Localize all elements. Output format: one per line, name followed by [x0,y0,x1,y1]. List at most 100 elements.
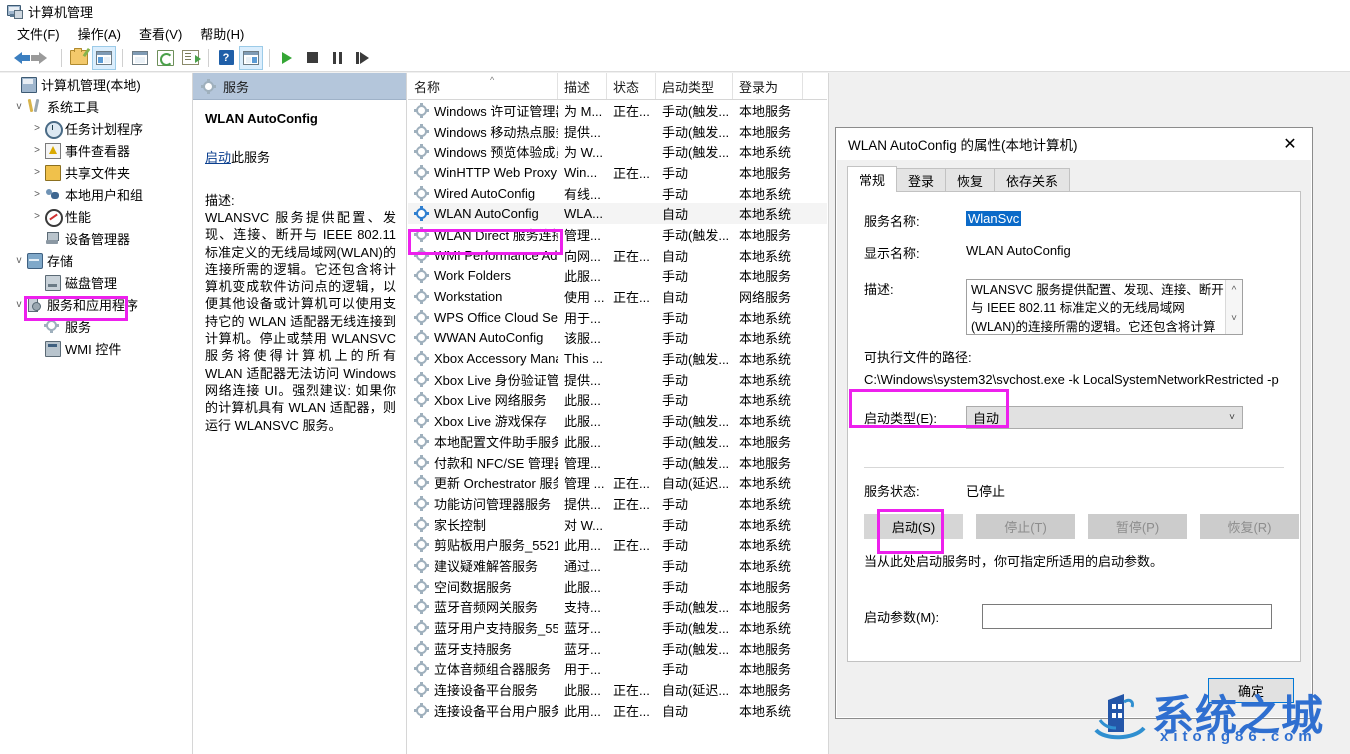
table-row[interactable]: Xbox Live 游戏保存此服...手动(触发...本地系统 [408,410,827,431]
restart-service-icon[interactable] [350,46,374,70]
table-row[interactable]: Xbox Accessory Manage...This ...手动(触发...… [408,348,827,369]
table-row[interactable]: Xbox Live 网络服务此服...手动本地系统 [408,390,827,411]
tree-node-storage[interactable]: v 存储 [0,249,192,271]
column-header-state[interactable]: 状态 [607,73,656,99]
table-row[interactable]: 建议疑难解答服务通过...手动本地系统 [408,555,827,576]
cell-startup: 手动(触发... [656,432,733,451]
tree-node-device-manager[interactable]: 设备管理器 [0,227,192,249]
expander[interactable]: v [12,299,26,310]
table-row[interactable]: 剪贴板用户服务_55211此用...正在...手动本地系统 [408,534,827,555]
tree-node-system-tools[interactable]: v 系统工具 [0,95,192,117]
tree-node-shared-folders[interactable]: > 共享文件夹 [0,161,192,183]
service-name-value-wrap: WlanSvc [966,211,1021,226]
startup-type-select[interactable]: 自动 ˅ [966,406,1243,429]
table-row[interactable]: 立体音频组合器服务用于...手动本地服务 [408,659,827,680]
start-service-link[interactable]: 启动 [205,150,231,165]
table-row[interactable]: 蓝牙音频网关服务支持...手动(触发...本地服务 [408,597,827,618]
tree-node-computer-management[interactable]: 计算机管理(本地) [0,73,192,95]
table-row[interactable]: Workstation使用 ...正在...自动网络服务 [408,286,827,307]
menu-file[interactable]: 文件(F) [8,23,69,44]
expander[interactable]: > [30,145,44,156]
close-icon[interactable]: ✕ [1268,129,1312,160]
services-list-view[interactable]: 名称 ^ 描述 状态 启动类型 登录为 Windows 许可证管理器服务为 M.… [408,73,827,754]
table-row[interactable]: 更新 Orchestrator 服务管理 ...正在...自动(延迟...本地系… [408,472,827,493]
table-row[interactable]: 功能访问管理器服务提供...正在...手动本地系统 [408,493,827,514]
column-header-description[interactable]: 描述 [558,73,607,99]
tree-node-services-applications[interactable]: v 服务和应用程序 [0,293,192,315]
dialog-description-box[interactable]: WLANSVC 服务提供配置、发现、连接、断开与 IEEE 802.11 标准定… [966,279,1243,335]
help-icon[interactable]: ? [214,46,238,70]
description-scrollbar[interactable]: ^ ˅ [1225,280,1242,334]
service-name-value[interactable]: WlanSvc [966,211,1021,226]
tree-node-performance[interactable]: > 性能 [0,205,192,227]
expander[interactable]: v [12,101,26,112]
table-row[interactable]: 本地配置文件助手服务此服...手动(触发...本地服务 [408,431,827,452]
expander[interactable]: > [30,167,44,178]
show-action-pane-icon[interactable] [239,46,263,70]
table-row[interactable]: 连接设备平台服务此服...正在...自动(延迟...本地服务 [408,679,827,700]
service-properties-dialog[interactable]: WLAN AutoConfig 的属性(本地计算机) ✕ 常规 登录 恢复 依存… [835,127,1313,719]
tree-node-event-viewer[interactable]: > 事件查看器 [0,139,192,161]
scroll-down-icon[interactable]: ˅ [1226,310,1242,328]
tab-general[interactable]: 常规 [847,166,897,192]
column-header-name[interactable]: 名称 ^ [408,73,558,99]
back-icon[interactable] [6,46,30,70]
show-hide-tree-icon[interactable] [92,46,116,70]
expander[interactable]: > [30,123,44,134]
tree-node-local-users-groups[interactable]: > 本地用户和组 [0,183,192,205]
column-header-logon-as[interactable]: 登录为 [733,73,803,99]
expander[interactable]: > [30,189,44,200]
forward-icon[interactable] [31,46,55,70]
table-row[interactable]: Windows 许可证管理器服务为 M...正在...手动(触发...本地服务 [408,100,827,121]
refresh-icon[interactable] [153,46,177,70]
table-row[interactable]: WLAN Direct 服务连接管...管理...手动(触发...本地服务 [408,224,827,245]
table-row[interactable]: Xbox Live 身份验证管理器提供...手动本地系统 [408,369,827,390]
list-body[interactable]: Windows 许可证管理器服务为 M...正在...手动(触发...本地服务W… [408,100,827,721]
export-list-icon[interactable] [178,46,202,70]
tab-dependencies[interactable]: 依存关系 [994,168,1070,192]
table-row[interactable]: Wired AutoConfig有线...手动本地系统 [408,183,827,204]
table-row[interactable]: Windows 预览体验成员服务为 W...手动(触发...本地系统 [408,141,827,162]
expander[interactable]: v [12,255,26,266]
table-row[interactable]: 蓝牙用户支持服务_55211蓝牙...手动(触发...本地系统 [408,617,827,638]
cell-startup: 自动 [656,701,733,720]
startup-parameters-input[interactable] [982,604,1272,629]
start-service-icon[interactable] [275,46,299,70]
column-header-startup-type[interactable]: 启动类型 [656,73,733,99]
tree-node-task-scheduler[interactable]: > 任务计划程序 [0,117,192,139]
display-name-value[interactable]: WLAN AutoConfig [966,243,1071,258]
table-row[interactable]: 空间数据服务此服...手动本地服务 [408,576,827,597]
menu-view[interactable]: 查看(V) [130,23,191,44]
expander[interactable]: > [30,211,44,222]
table-row[interactable]: WLAN AutoConfigWLA...自动本地系统 [408,203,827,224]
table-row[interactable]: 蓝牙支持服务蓝牙...手动(触发...本地服务 [408,638,827,659]
up-folder-icon[interactable] [67,46,91,70]
cell-logon: 本地服务 [733,163,803,182]
console-tree[interactable]: 计算机管理(本地) v 系统工具 > 任务计划程序 > 事件查看器 > 共享文件… [0,73,193,754]
tree-node-disk-management[interactable]: 磁盘管理 [0,271,192,293]
table-row[interactable]: WMI Performance Adapt...向网...正在...自动本地系统 [408,245,827,266]
cell-logon: 本地系统 [733,328,803,347]
tab-logon[interactable]: 登录 [896,168,946,192]
menu-action[interactable]: 操作(A) [69,23,130,44]
table-row[interactable]: WinHTTP Web Proxy Aut...Win...正在...手动本地服… [408,162,827,183]
cell-name: Windows 移动热点服务 [408,122,558,141]
properties-icon[interactable] [128,46,152,70]
pause-service-icon[interactable] [325,46,349,70]
tree-node-wmi-control[interactable]: WMI 控件 [0,337,192,359]
tree-node-services[interactable]: 服务 [0,315,192,337]
table-row[interactable]: WWAN AutoConfig该服...手动本地系统 [408,328,827,349]
table-row[interactable]: WPS Office Cloud Service用于...手动本地系统 [408,307,827,328]
menu-help[interactable]: 帮助(H) [191,23,253,44]
table-row[interactable]: 连接设备平台用户服务_552...此用...正在...自动本地系统 [408,700,827,721]
tab-recovery[interactable]: 恢复 [945,168,995,192]
stop-service-icon[interactable] [300,46,324,70]
scroll-up-icon[interactable]: ^ [1226,282,1242,300]
service-name-text: 剪贴板用户服务_55211 [434,535,558,554]
table-row[interactable]: Work Folders此服...手动本地服务 [408,266,827,287]
table-row[interactable]: 家长控制对 W...手动本地系统 [408,514,827,535]
start-button[interactable]: 启动(S) [864,514,963,539]
table-row[interactable]: 付款和 NFC/SE 管理器管理...手动(触发...本地服务 [408,452,827,473]
tree-node-label: 性能 [65,207,91,226]
table-row[interactable]: Windows 移动热点服务提供...手动(触发...本地服务 [408,121,827,142]
